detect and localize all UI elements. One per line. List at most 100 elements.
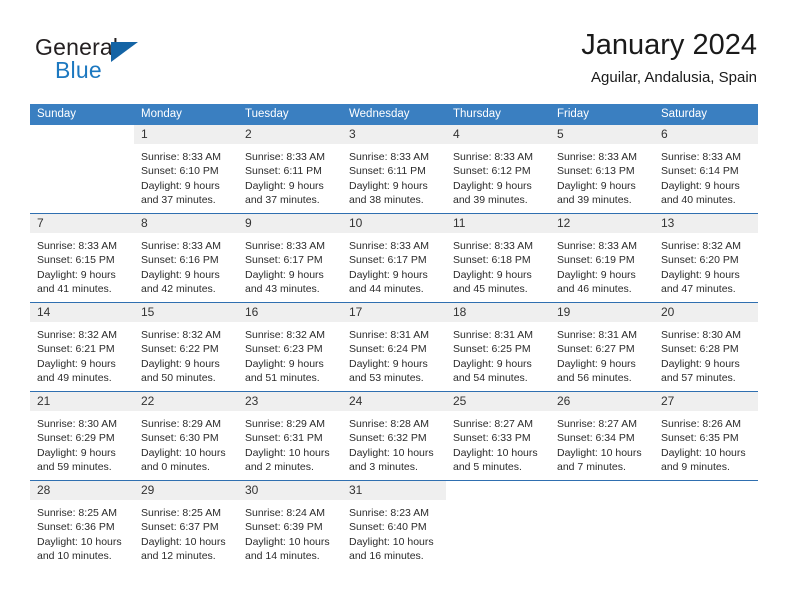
daylight-text-line2: and 51 minutes. xyxy=(245,371,320,384)
calendar-day-cell[interactable]: 25 Sunrise: 8:27 AM Sunset: 6:33 PM Dayligh… xyxy=(446,392,550,480)
sunset-text: Sunset: 6:27 PM xyxy=(557,343,635,356)
calendar-day-cell[interactable]: 26 Sunrise: 8:27 AM Sunset: 6:34 PM Dayligh… xyxy=(550,392,654,480)
daylight-text-line2: and 46 minutes. xyxy=(557,282,632,295)
day-number: 29 xyxy=(134,481,238,500)
day-sun-info: Sunrise: 8:27 AM Sunset: 6:33 PM Daylight:… xyxy=(446,411,550,474)
sunrise-text: Sunrise: 8:32 AM xyxy=(245,329,325,341)
sunset-text: Sunset: 6:17 PM xyxy=(349,254,427,267)
triangle-logo-icon xyxy=(111,42,138,62)
calendar-day-cell[interactable]: 18 Sunrise: 8:31 AM Sunset: 6:25 PM Dayligh… xyxy=(446,303,550,391)
sunset-text: Sunset: 6:15 PM xyxy=(37,254,115,267)
sunrise-text: Sunrise: 8:30 AM xyxy=(37,418,117,430)
calendar-page: General Blue January 2024 Aguilar, Andal… xyxy=(0,0,792,612)
calendar-day-cell[interactable]: 1 Sunrise: 8:33 AM Sunset: 6:10 PM Daylight… xyxy=(134,125,238,213)
calendar-weeks: 1 Sunrise: 8:33 AM Sunset: 6:10 PM Daylight… xyxy=(30,125,758,569)
calendar-day-cell[interactable]: 10 Sunrise: 8:33 AM Sunset: 6:17 PM Dayligh… xyxy=(342,214,446,302)
day-sun-info: Sunrise: 8:32 AM Sunset: 6:22 PM Daylight:… xyxy=(134,322,238,385)
daylight-text-line1: Daylight: 9 hours xyxy=(661,357,740,370)
calendar-day-cell[interactable]: 13 Sunrise: 8:32 AM Sunset: 6:20 PM Dayligh… xyxy=(654,214,758,302)
daylight-text-line2: and 3 minutes. xyxy=(349,460,418,473)
day-number: 3 xyxy=(342,125,446,144)
sunset-text: Sunset: 6:37 PM xyxy=(141,521,219,534)
sunrise-text: Sunrise: 8:33 AM xyxy=(453,240,533,252)
day-number: 15 xyxy=(134,303,238,322)
sunrise-text: Sunrise: 8:31 AM xyxy=(453,329,533,341)
day-sun-info: Sunrise: 8:26 AM Sunset: 6:35 PM Daylight:… xyxy=(654,411,758,474)
day-number: 17 xyxy=(342,303,446,322)
day-sun-info: Sunrise: 8:24 AM Sunset: 6:39 PM Daylight:… xyxy=(238,500,342,563)
day-number: 5 xyxy=(550,125,654,144)
calendar-day-cell[interactable]: 27 Sunrise: 8:26 AM Sunset: 6:35 PM Dayligh… xyxy=(654,392,758,480)
calendar-day-cell[interactable]: 31 Sunrise: 8:23 AM Sunset: 6:40 PM Dayligh… xyxy=(342,481,446,569)
day-number: 30 xyxy=(238,481,342,500)
sunset-text: Sunset: 6:23 PM xyxy=(245,343,323,356)
daylight-text-line2: and 38 minutes. xyxy=(349,193,424,206)
calendar-day-cell[interactable]: 22 Sunrise: 8:29 AM Sunset: 6:30 PM Dayligh… xyxy=(134,392,238,480)
calendar-day-cell[interactable]: 8 Sunrise: 8:33 AM Sunset: 6:16 PM Daylight… xyxy=(134,214,238,302)
day-number: 24 xyxy=(342,392,446,411)
calendar-day-cell[interactable]: 3 Sunrise: 8:33 AM Sunset: 6:11 PM Daylight… xyxy=(342,125,446,213)
calendar-day-cell[interactable]: 17 Sunrise: 8:31 AM Sunset: 6:24 PM Dayligh… xyxy=(342,303,446,391)
daylight-text-line2: and 40 minutes. xyxy=(661,193,736,206)
daylight-text-line1: Daylight: 10 hours xyxy=(557,446,642,459)
weekday-header-wednesday: Wednesday xyxy=(349,108,410,120)
day-number xyxy=(446,481,550,500)
calendar-week-row: 21 Sunrise: 8:30 AM Sunset: 6:29 PM Dayligh… xyxy=(30,391,758,480)
calendar-day-cell[interactable]: 2 Sunrise: 8:33 AM Sunset: 6:11 PM Daylight… xyxy=(238,125,342,213)
sunrise-text: Sunrise: 8:24 AM xyxy=(245,507,325,519)
day-sun-info: Sunrise: 8:32 AM Sunset: 6:21 PM Daylight:… xyxy=(30,322,134,385)
calendar-day-cell[interactable]: 5 Sunrise: 8:33 AM Sunset: 6:13 PM Daylight… xyxy=(550,125,654,213)
day-sun-info: Sunrise: 8:29 AM Sunset: 6:30 PM Daylight:… xyxy=(134,411,238,474)
day-number: 21 xyxy=(30,392,134,411)
calendar-day-cell[interactable]: 4 Sunrise: 8:33 AM Sunset: 6:12 PM Daylight… xyxy=(446,125,550,213)
day-sun-info: Sunrise: 8:33 AM Sunset: 6:14 PM Daylight:… xyxy=(654,144,758,207)
calendar-day-cell[interactable]: 24 Sunrise: 8:28 AM Sunset: 6:32 PM Dayligh… xyxy=(342,392,446,480)
sunset-text: Sunset: 6:31 PM xyxy=(245,432,323,445)
daylight-text-line2: and 9 minutes. xyxy=(661,460,730,473)
calendar-day-cell[interactable]: 23 Sunrise: 8:29 AM Sunset: 6:31 PM Dayligh… xyxy=(238,392,342,480)
calendar-day-cell[interactable]: 14 Sunrise: 8:32 AM Sunset: 6:21 PM Dayligh… xyxy=(30,303,134,391)
calendar-day-cell[interactable]: 19 Sunrise: 8:31 AM Sunset: 6:27 PM Dayligh… xyxy=(550,303,654,391)
weekday-header-sunday: Sunday xyxy=(37,108,77,120)
calendar-day-cell[interactable]: 12 Sunrise: 8:33 AM Sunset: 6:19 PM Dayligh… xyxy=(550,214,654,302)
sunrise-text: Sunrise: 8:30 AM xyxy=(661,329,741,341)
brand-logo[interactable]: General Blue xyxy=(35,34,255,96)
calendar-day-cell[interactable]: 20 Sunrise: 8:30 AM Sunset: 6:28 PM Dayligh… xyxy=(654,303,758,391)
weekday-header-thursday: Thursday xyxy=(453,108,501,120)
daylight-text-line2: and 16 minutes. xyxy=(349,549,424,562)
calendar-day-cell[interactable]: 29 Sunrise: 8:25 AM Sunset: 6:37 PM Dayligh… xyxy=(134,481,238,569)
sunrise-text: Sunrise: 8:33 AM xyxy=(141,151,221,163)
sunrise-text: Sunrise: 8:33 AM xyxy=(661,151,741,163)
sunrise-text: Sunrise: 8:33 AM xyxy=(141,240,221,252)
day-sun-info: Sunrise: 8:31 AM Sunset: 6:25 PM Daylight:… xyxy=(446,322,550,385)
day-number: 25 xyxy=(446,392,550,411)
calendar-day-cell[interactable]: 11 Sunrise: 8:33 AM Sunset: 6:18 PM Dayligh… xyxy=(446,214,550,302)
calendar-day-cell[interactable]: 9 Sunrise: 8:33 AM Sunset: 6:17 PM Daylight… xyxy=(238,214,342,302)
sunset-text: Sunset: 6:28 PM xyxy=(661,343,739,356)
sunrise-text: Sunrise: 8:29 AM xyxy=(245,418,325,430)
calendar-day-cell[interactable]: 6 Sunrise: 8:33 AM Sunset: 6:14 PM Daylight… xyxy=(654,125,758,213)
daylight-text-line1: Daylight: 10 hours xyxy=(141,446,226,459)
daylight-text-line2: and 5 minutes. xyxy=(453,460,522,473)
daylight-text-line2: and 42 minutes. xyxy=(141,282,216,295)
sunset-text: Sunset: 6:25 PM xyxy=(453,343,531,356)
day-number: 16 xyxy=(238,303,342,322)
calendar-day-cell[interactable]: 7 Sunrise: 8:33 AM Sunset: 6:15 PM Daylight… xyxy=(30,214,134,302)
calendar-day-cell[interactable]: 28 Sunrise: 8:25 AM Sunset: 6:36 PM Dayligh… xyxy=(30,481,134,569)
day-number: 18 xyxy=(446,303,550,322)
day-number: 31 xyxy=(342,481,446,500)
day-sun-info: Sunrise: 8:30 AM Sunset: 6:29 PM Daylight:… xyxy=(30,411,134,474)
sunrise-text: Sunrise: 8:33 AM xyxy=(557,151,637,163)
sunset-text: Sunset: 6:19 PM xyxy=(557,254,635,267)
day-number: 23 xyxy=(238,392,342,411)
calendar-day-cell[interactable]: 15 Sunrise: 8:32 AM Sunset: 6:22 PM Dayligh… xyxy=(134,303,238,391)
calendar-day-cell[interactable]: 21 Sunrise: 8:30 AM Sunset: 6:29 PM Dayligh… xyxy=(30,392,134,480)
sunrise-text: Sunrise: 8:27 AM xyxy=(453,418,533,430)
daylight-text-line1: Daylight: 9 hours xyxy=(245,268,324,281)
calendar-day-cell[interactable]: 30 Sunrise: 8:24 AM Sunset: 6:39 PM Dayligh… xyxy=(238,481,342,569)
daylight-text-line1: Daylight: 10 hours xyxy=(349,446,434,459)
daylight-text-line2: and 37 minutes. xyxy=(141,193,216,206)
daylight-text-line1: Daylight: 10 hours xyxy=(245,535,330,548)
calendar-day-cell[interactable]: 16 Sunrise: 8:32 AM Sunset: 6:23 PM Dayligh… xyxy=(238,303,342,391)
sunrise-text: Sunrise: 8:25 AM xyxy=(141,507,221,519)
